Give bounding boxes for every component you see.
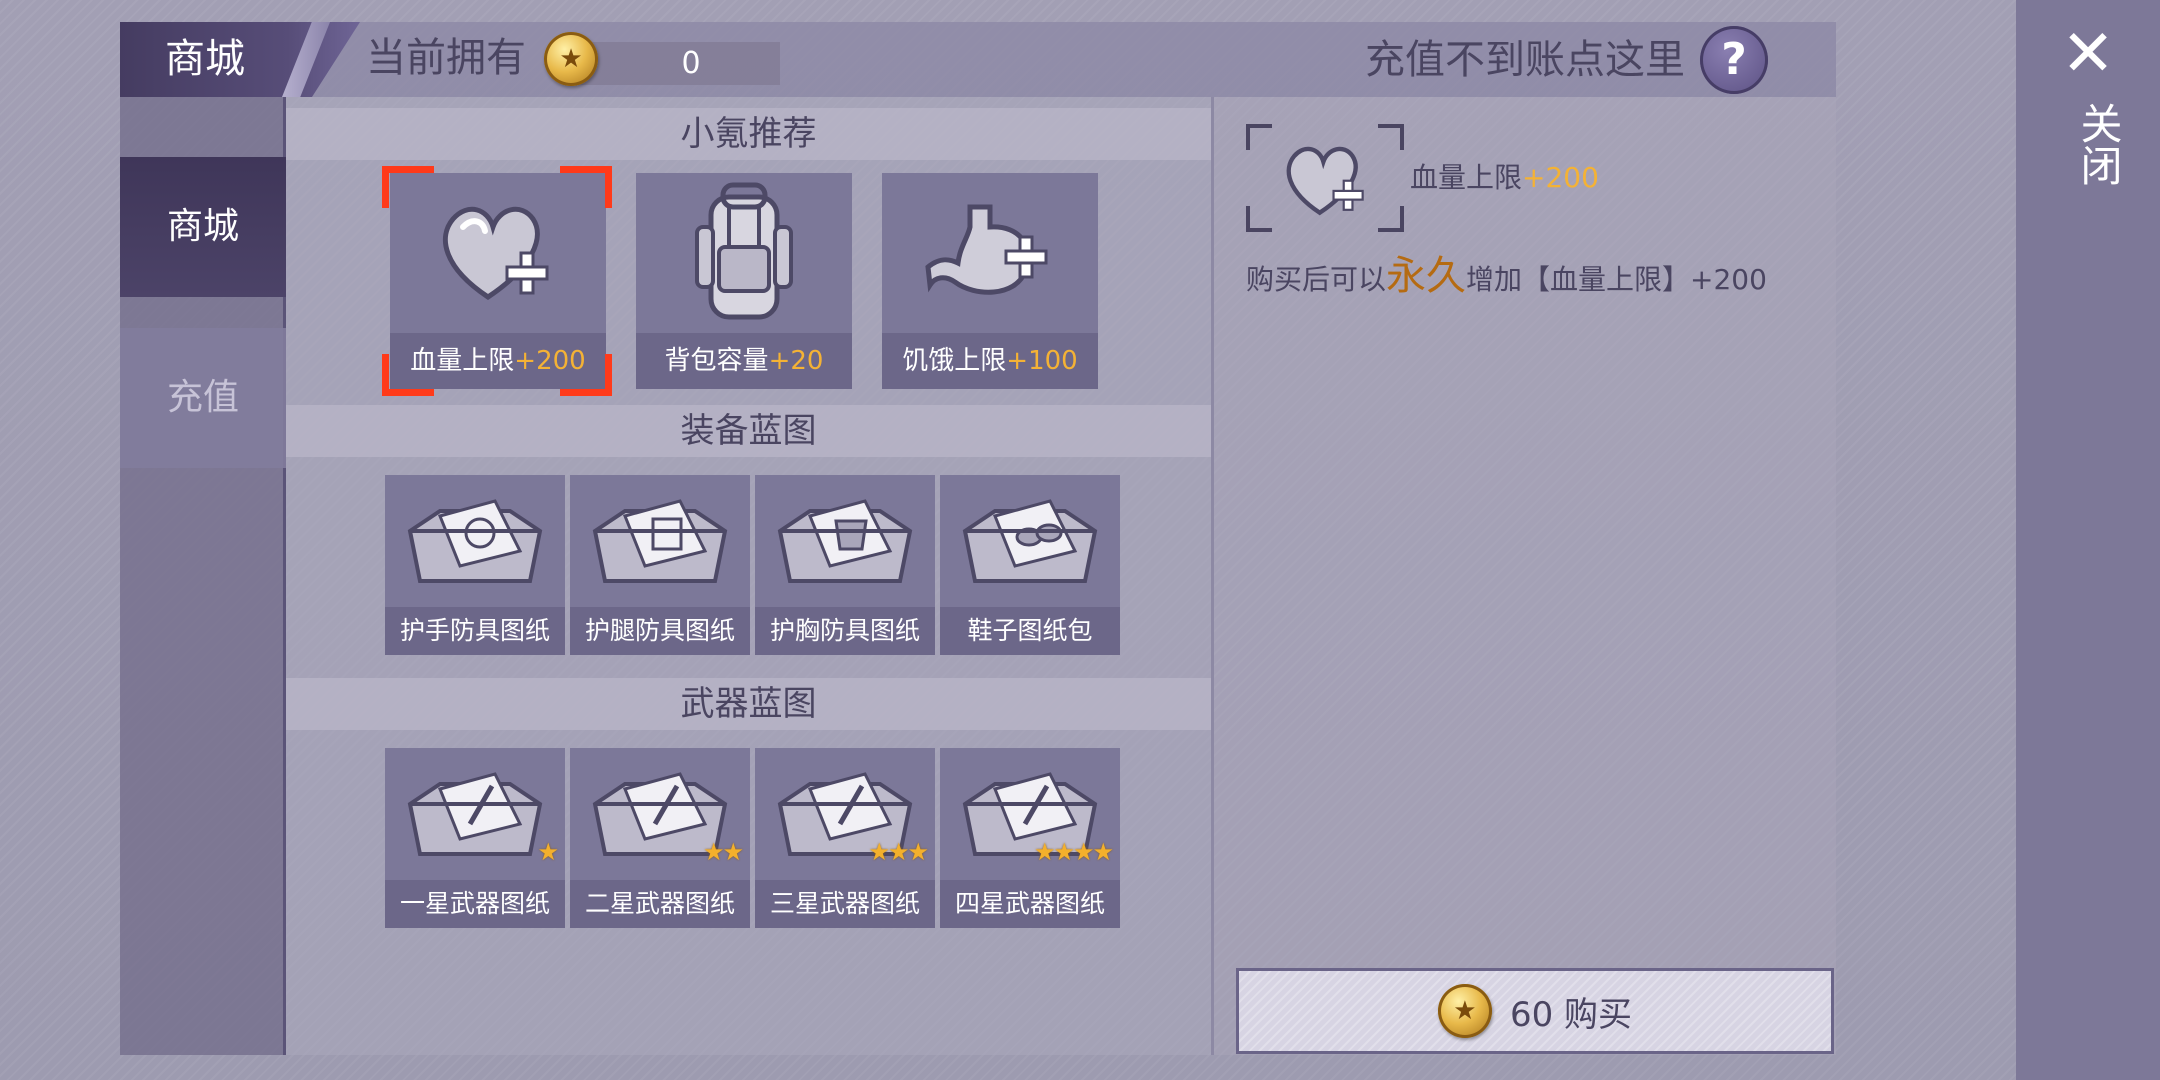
item-label: 二星武器图纸	[570, 880, 750, 928]
selection-corner	[560, 354, 612, 396]
stomach-plus-icon	[882, 173, 1098, 331]
item-label: 护胸防具图纸	[755, 607, 935, 655]
item-label: 背包容量+20	[636, 333, 852, 389]
gold-coin-icon: ★	[1437, 984, 1492, 1038]
shop-item-weapon-1star[interactable]: ★ 一星武器图纸	[385, 748, 565, 928]
item-label: 护腿防具图纸	[570, 607, 750, 655]
detail-description: 购买后可以永久增加【血量上限】+200	[1246, 253, 1767, 299]
section-title-recommend: 小氪推荐	[286, 108, 1211, 160]
item-label: 一星武器图纸	[385, 880, 565, 928]
currency-owned-label: 当前拥有	[366, 35, 526, 81]
selection-corner	[560, 166, 612, 208]
buy-button[interactable]: ★ 60 购买	[1236, 968, 1834, 1054]
backpack-icon	[636, 173, 852, 331]
shop-item-shoes-blueprint[interactable]: 鞋子图纸包	[940, 475, 1120, 655]
close-label[interactable]: 关闭	[2052, 102, 2124, 186]
sidebar-item-shop[interactable]: 商城	[120, 157, 286, 297]
shop-item-hunger-max[interactable]: 饥饿上限+100	[882, 173, 1098, 389]
item-label: 鞋子图纸包	[940, 607, 1120, 655]
heart-plus-icon	[1272, 140, 1382, 220]
section-title-weapons: 武器蓝图	[286, 678, 1211, 730]
detail-frame-corner	[1246, 206, 1272, 232]
rating-stars: ★★★★	[1033, 838, 1114, 866]
shop-item-weapon-3star[interactable]: ★★★ 三星武器图纸	[755, 748, 935, 928]
rating-stars: ★	[537, 838, 558, 866]
pants-blueprint-icon	[570, 475, 750, 607]
rating-stars: ★★★	[868, 838, 929, 866]
section-title-equipment: 装备蓝图	[286, 405, 1211, 457]
item-label: 四星武器图纸	[940, 880, 1120, 928]
currency-owned-amount: 0	[578, 42, 780, 85]
detail-frame-corner	[1246, 124, 1272, 150]
chest-blueprint-icon	[755, 475, 935, 607]
shoes-blueprint-icon	[940, 475, 1120, 607]
item-label: 三星武器图纸	[755, 880, 935, 928]
close-icon[interactable]: ✕	[2052, 18, 2124, 90]
buy-button-label: 60 购买	[1509, 994, 1633, 1035]
rating-stars: ★★	[702, 838, 744, 866]
item-label: 护手防具图纸	[385, 607, 565, 655]
shop-item-weapon-2star[interactable]: ★★ 二星武器图纸	[570, 748, 750, 928]
detail-item-name: 血量上限+200	[1410, 161, 1599, 194]
shop-item-legguard-blueprint[interactable]: 护腿防具图纸	[570, 475, 750, 655]
item-detail-panel	[1214, 97, 1836, 1055]
shop-item-gloves-blueprint[interactable]: 护手防具图纸	[385, 475, 565, 655]
help-button[interactable]: ?	[1700, 26, 1768, 94]
shop-item-backpack-capacity[interactable]: 背包容量+20	[636, 173, 852, 389]
sidebar-item-recharge[interactable]: 充值	[120, 328, 286, 468]
selection-corner	[382, 354, 434, 396]
shop-item-weapon-4star[interactable]: ★★★★ 四星武器图纸	[940, 748, 1120, 928]
item-label: 饥饿上限+100	[882, 333, 1098, 389]
shop-item-chestguard-blueprint[interactable]: 护胸防具图纸	[755, 475, 935, 655]
gold-coin-icon: ★	[544, 32, 598, 86]
gloves-blueprint-icon	[385, 475, 565, 607]
selection-corner	[382, 166, 434, 208]
recharge-issue-link[interactable]: 充值不到账点这里	[1300, 30, 1685, 90]
